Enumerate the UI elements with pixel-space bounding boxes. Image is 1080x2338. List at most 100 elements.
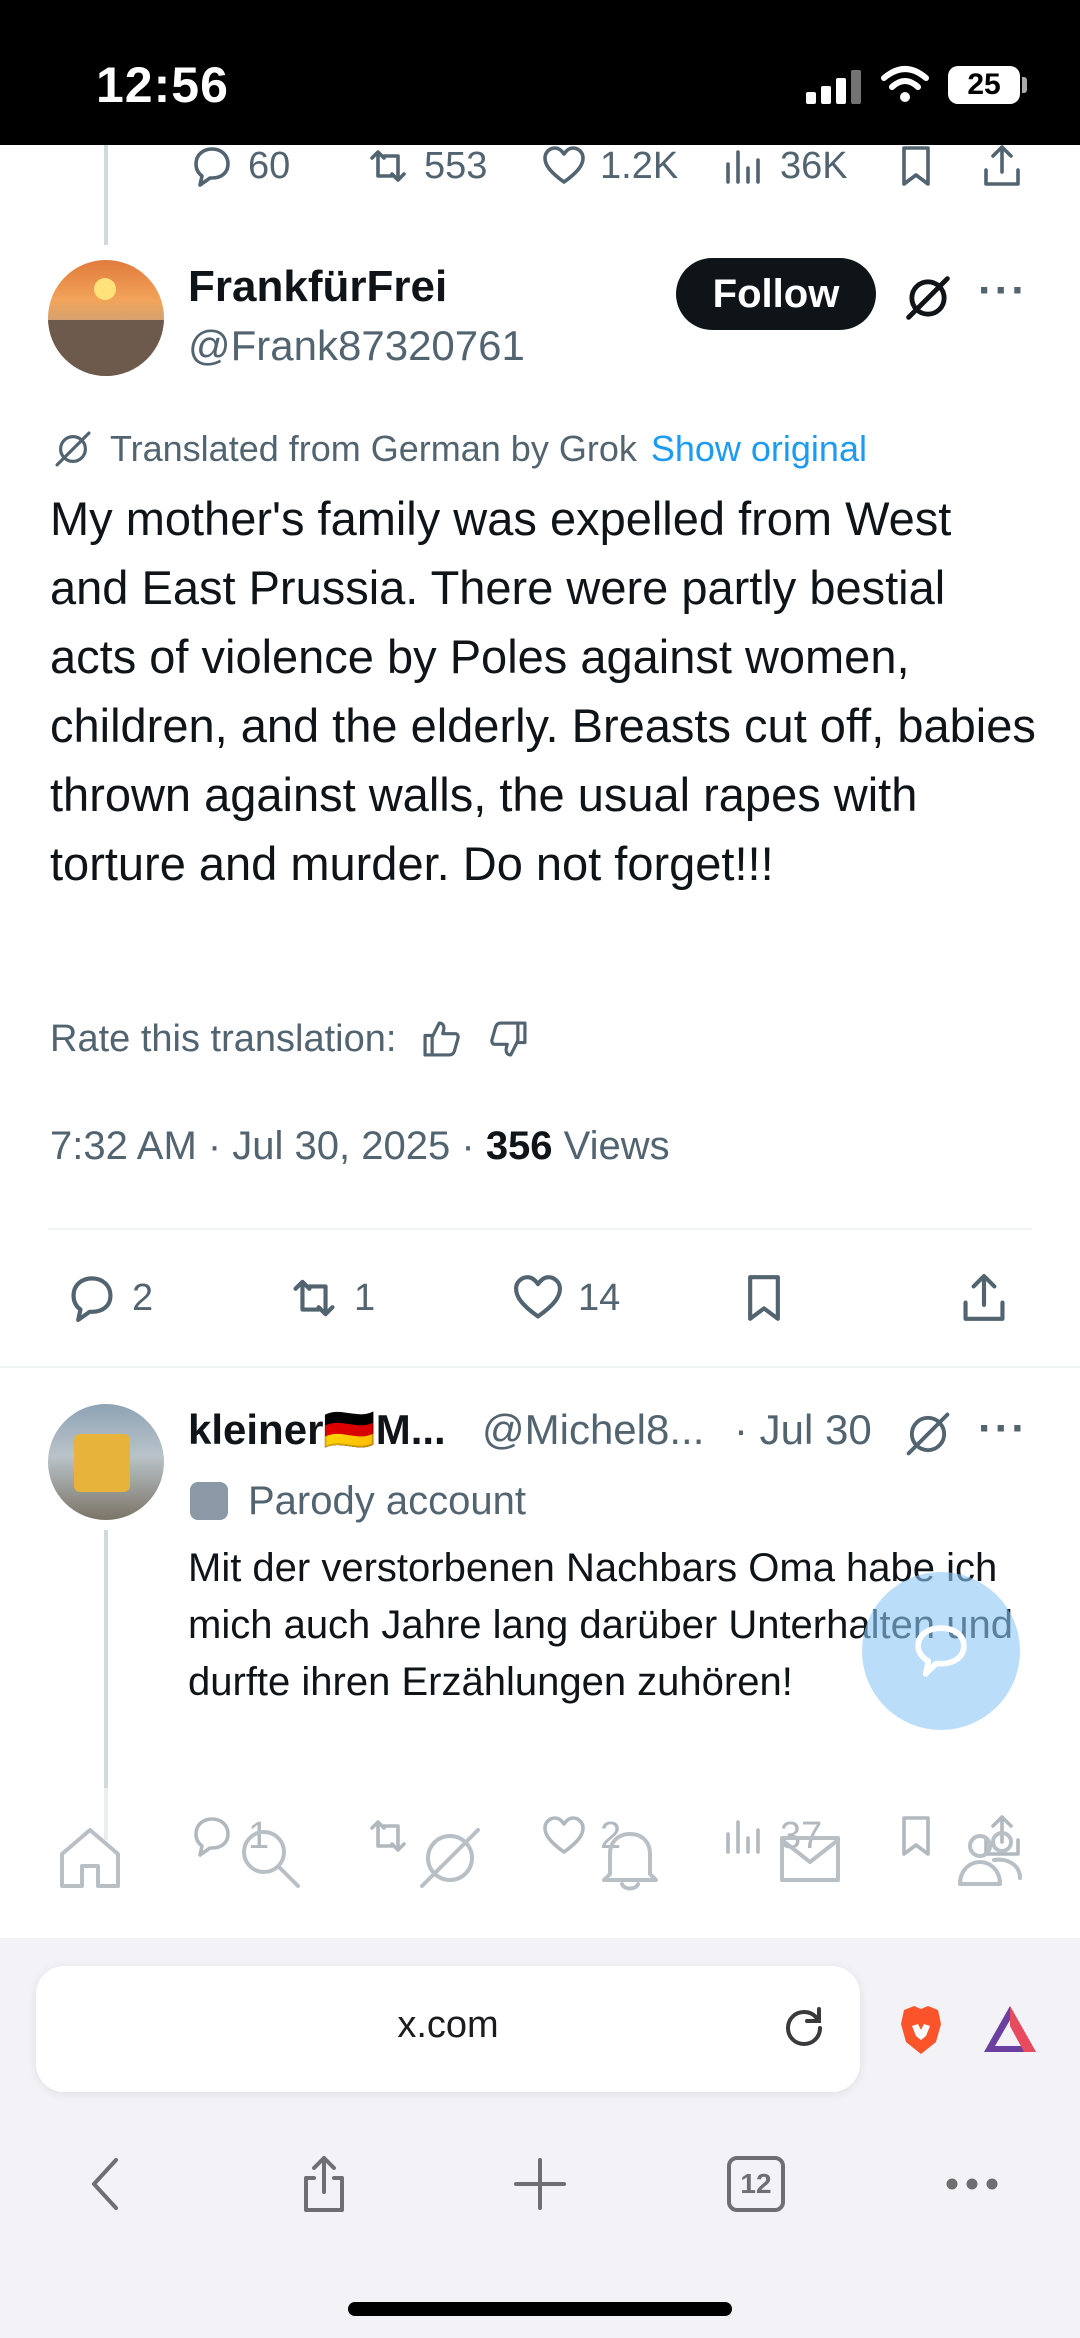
plus-icon	[514, 2158, 566, 2210]
home-indicator	[348, 2302, 732, 2316]
people-icon	[958, 1831, 1022, 1886]
avatar-sea	[48, 320, 164, 376]
tab-count: 12	[727, 2156, 785, 2212]
back-button[interactable]	[68, 2144, 148, 2224]
address-bar[interactable]: x.com	[36, 1966, 860, 2092]
repost-button[interactable]: 1	[284, 1258, 375, 1338]
heart-icon	[543, 146, 585, 184]
compose-button[interactable]	[862, 1572, 1020, 1730]
avatar-tram	[74, 1434, 130, 1492]
reply-icon	[71, 1276, 113, 1322]
views-label: Views	[552, 1124, 670, 1168]
reply-icon	[194, 147, 230, 187]
nav-grok[interactable]	[410, 1818, 490, 1898]
views-button[interactable]: 36K	[718, 126, 848, 206]
home-icon	[60, 1828, 120, 1888]
nav-notifications[interactable]	[590, 1818, 670, 1898]
reply-date[interactable]: · Jul 30	[734, 1406, 872, 1454]
nav-communities[interactable]	[950, 1818, 1030, 1898]
rate-label: Rate this translation:	[50, 1017, 397, 1060]
brave-rewards-icon[interactable]	[980, 2000, 1040, 2058]
status-time: 12:56	[96, 57, 229, 113]
share-button[interactable]	[976, 126, 1038, 206]
show-original-link[interactable]: Show original	[651, 428, 867, 470]
like-button[interactable]: 1.2K	[538, 126, 678, 206]
repost-count: 1	[354, 1276, 376, 1319]
share-sheet-button[interactable]	[284, 2144, 364, 2224]
share-button[interactable]	[954, 1258, 1024, 1338]
brave-shield-icon[interactable]	[892, 2000, 950, 2058]
mail-icon	[780, 1836, 840, 1882]
status-bar: 12:56 25	[0, 0, 1080, 145]
rate-translation: Rate this translation:	[50, 1012, 532, 1066]
nav-search[interactable]	[230, 1818, 310, 1898]
reply-display-name[interactable]: kleiner🇩🇪M...	[188, 1406, 446, 1455]
grok-icon[interactable]	[900, 270, 956, 326]
reload-icon[interactable]	[772, 1996, 836, 2060]
more-icon[interactable]: ···	[978, 266, 1028, 316]
repost-button[interactable]: 553	[362, 126, 487, 206]
divider	[48, 1228, 1032, 1230]
author-display-name[interactable]: FrankfürFrei	[188, 262, 447, 312]
more-icon	[946, 2178, 998, 2190]
bookmark-button[interactable]	[890, 126, 952, 206]
signal-icon	[806, 70, 862, 104]
like-count: 1.2K	[600, 144, 679, 187]
reply-handle[interactable]: @Michel8...	[482, 1406, 704, 1454]
bookmark-icon	[902, 146, 930, 186]
battery-icon: 25	[948, 66, 1020, 104]
tweet-text: My mother's family was expelled from Wes…	[50, 492, 1036, 890]
more-icon[interactable]: ···	[978, 1404, 1028, 1454]
grok-icon[interactable]	[900, 1406, 956, 1462]
views-count: 36K	[780, 144, 848, 187]
reply-button[interactable]: 60	[186, 126, 290, 206]
like-button[interactable]: 14	[508, 1258, 620, 1338]
reply-avatar[interactable]	[48, 1404, 164, 1520]
translated-label: Translated from German by Grok	[110, 428, 637, 469]
nav-messages[interactable]	[770, 1818, 850, 1898]
views-count: 356	[485, 1124, 553, 1168]
new-tab-button[interactable]	[500, 2144, 580, 2224]
reply-count: 60	[248, 144, 291, 187]
mask-icon	[190, 1482, 228, 1520]
heart-icon	[514, 1275, 562, 1319]
tweet-timestamp: 7:32 AM · Jul 30, 2025 · 356 Views	[50, 1124, 670, 1169]
author-handle[interactable]: @Frank87320761	[188, 322, 525, 370]
timestamp-text: 7:32 AM · Jul 30, 2025 ·	[50, 1124, 486, 1168]
thumbs-up-icon[interactable]	[418, 1016, 464, 1062]
repost-count: 553	[424, 144, 488, 187]
parody-label: Parody account	[248, 1478, 526, 1523]
follow-button[interactable]: Follow	[676, 258, 876, 330]
share-icon	[963, 1274, 1005, 1321]
share-icon	[984, 145, 1020, 186]
nav-home[interactable]	[50, 1818, 130, 1898]
wifi-icon	[881, 66, 929, 102]
battery-tip	[1022, 77, 1027, 93]
prev-tweet-actions: 60 553 1.2K 36K	[0, 126, 1080, 206]
search-icon	[242, 1830, 300, 1888]
tweet-actions: 2 1 14	[0, 1258, 1080, 1338]
grok-icon	[420, 1828, 480, 1888]
app-bottom-nav	[0, 1788, 1080, 1938]
reply-count: 2	[132, 1276, 154, 1319]
repost-icon	[293, 1279, 335, 1317]
compose-message-icon	[915, 1625, 967, 1677]
views-icon	[726, 150, 760, 184]
share-icon	[304, 2156, 344, 2212]
translation-notice: Translated from German by Grok Show orig…	[50, 424, 867, 474]
tabs-button[interactable]: 12	[716, 2144, 796, 2224]
repost-icon	[370, 150, 406, 182]
bell-icon	[602, 1832, 658, 1891]
bookmark-button[interactable]	[734, 1258, 804, 1338]
bookmark-icon	[748, 1275, 780, 1321]
parody-badge: Parody account	[190, 1474, 526, 1528]
avatar[interactable]	[48, 260, 164, 376]
chevron-left-icon	[92, 2158, 118, 2210]
avatar-sun	[94, 278, 116, 300]
browser-menu-button[interactable]	[932, 2144, 1012, 2224]
like-count: 14	[578, 1276, 621, 1319]
divider	[0, 1366, 1080, 1368]
reply-button[interactable]: 2	[62, 1258, 153, 1338]
thumbs-down-icon[interactable]	[486, 1016, 532, 1062]
grok-icon	[55, 431, 91, 467]
